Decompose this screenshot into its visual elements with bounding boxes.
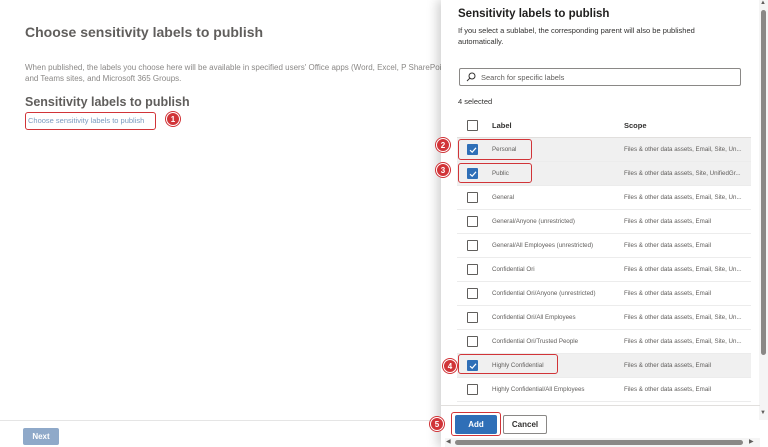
row-checkbox[interactable] [467, 384, 478, 395]
search-placeholder: Search for specific labels [481, 72, 565, 82]
row-checkbox[interactable] [467, 288, 478, 299]
choose-labels-link[interactable]: Choose sensitivity labels to publish [28, 116, 144, 125]
label-row[interactable]: Confidential Ori/Anyone (unrestricted) Fi… [457, 282, 751, 306]
page-description: When published, the labels you choose he… [25, 63, 449, 83]
next-button[interactable]: Next [23, 428, 59, 445]
highlight-add [451, 412, 501, 436]
labels-panel: Sensitivity labels to publish If you sel… [441, 0, 768, 447]
callout-badge-2: 2 [436, 138, 450, 152]
row-scope: Files & other data assets, Email [624, 362, 712, 369]
row-checkbox[interactable] [467, 312, 478, 323]
row-checkbox[interactable] [467, 264, 478, 275]
scroll-right-arrow-icon[interactable]: ▶ [749, 438, 754, 445]
page-title: Choose sensitivity labels to publish [25, 24, 264, 40]
row-scope: Files & other data assets, Email [624, 290, 712, 297]
row-scope: Files & other data assets, Email, Site, … [624, 266, 742, 273]
page: Choose sensitivity labels to publish Whe… [0, 0, 768, 447]
select-all-checkbox[interactable] [467, 120, 478, 131]
row-scope: Files & other data assets, Site, Unified… [624, 170, 741, 177]
column-header-label: Label [492, 121, 512, 130]
scroll-left-arrow-icon[interactable]: ◀ [446, 438, 451, 445]
row-label: Confidential Ori/All Employees [492, 314, 576, 321]
scroll-up-arrow-icon[interactable]: ▲ [760, 0, 766, 6]
vertical-scroll-thumb[interactable] [761, 10, 766, 355]
row-checkbox[interactable] [467, 336, 478, 347]
footer-divider [0, 420, 440, 421]
label-row[interactable]: Confidential Ori/Trusted People Files & o… [457, 330, 751, 354]
label-row[interactable]: General/Anyone (unrestricted) Files & oth… [457, 210, 751, 234]
callout-badge-3: 3 [436, 163, 450, 177]
highlight-public [458, 163, 532, 183]
row-scope: Files & other data assets, Email, Site, … [624, 146, 742, 153]
callout-badge-1: 1 [166, 112, 180, 126]
label-row[interactable]: Highly Confidential/All Employees Files &… [457, 378, 751, 402]
row-scope: Files & other data assets, Email, Site, … [624, 314, 742, 321]
panel-description: If you select a sublabel, the correspond… [458, 26, 695, 46]
row-scope: Files & other data assets, Email [624, 242, 712, 249]
panel-title: Sensitivity labels to publish [458, 8, 610, 20]
row-label: Confidential Ori/Trusted People [492, 338, 579, 345]
list-header: Label Scope [457, 114, 751, 138]
cancel-button[interactable]: Cancel [503, 415, 547, 434]
panel-footer-divider [441, 405, 760, 406]
search-icon [466, 72, 476, 82]
row-scope: Files & other data assets, Email [624, 218, 712, 225]
row-checkbox[interactable] [467, 216, 478, 227]
row-label: General/All Employees (unrestricted) [492, 242, 594, 249]
callout-badge-5: 5 [430, 417, 444, 431]
scroll-down-arrow-icon[interactable]: ▼ [760, 410, 766, 416]
row-checkbox[interactable] [467, 192, 478, 203]
row-label: Confidential Ori/Anyone (unrestricted) [492, 290, 596, 297]
highlight-highly-confidential [458, 354, 558, 374]
horizontal-scroll-thumb[interactable] [455, 440, 743, 445]
column-header-scope: Scope [624, 121, 647, 130]
row-label: General [492, 194, 515, 201]
highlight-personal [458, 139, 532, 160]
label-row[interactable]: Confidential Ori/All Employees Files & ot… [457, 306, 751, 330]
label-row[interactable]: General/All Employees (unrestricted) File… [457, 234, 751, 258]
row-label: Confidential Ori [492, 266, 535, 273]
section-subtitle: Sensitivity labels to publish [25, 95, 190, 109]
row-checkbox[interactable] [467, 240, 478, 251]
label-row[interactable]: Confidential Ori Files & other data asset… [457, 258, 751, 282]
row-scope: Files & other data assets, Email, Site, … [624, 338, 742, 345]
callout-badge-4: 4 [443, 359, 457, 373]
selected-count: 4 selected [458, 97, 493, 106]
row-scope: Files & other data assets, Email, Site, … [624, 194, 742, 201]
search-input[interactable]: Search for specific labels [459, 68, 741, 86]
row-scope: Files & other data assets, Email [624, 386, 712, 393]
label-row[interactable]: General Files & other data assets, Email,… [457, 186, 751, 210]
row-label: General/Anyone (unrestricted) [492, 218, 575, 225]
row-label: Highly Confidential/All Employees [492, 386, 585, 393]
